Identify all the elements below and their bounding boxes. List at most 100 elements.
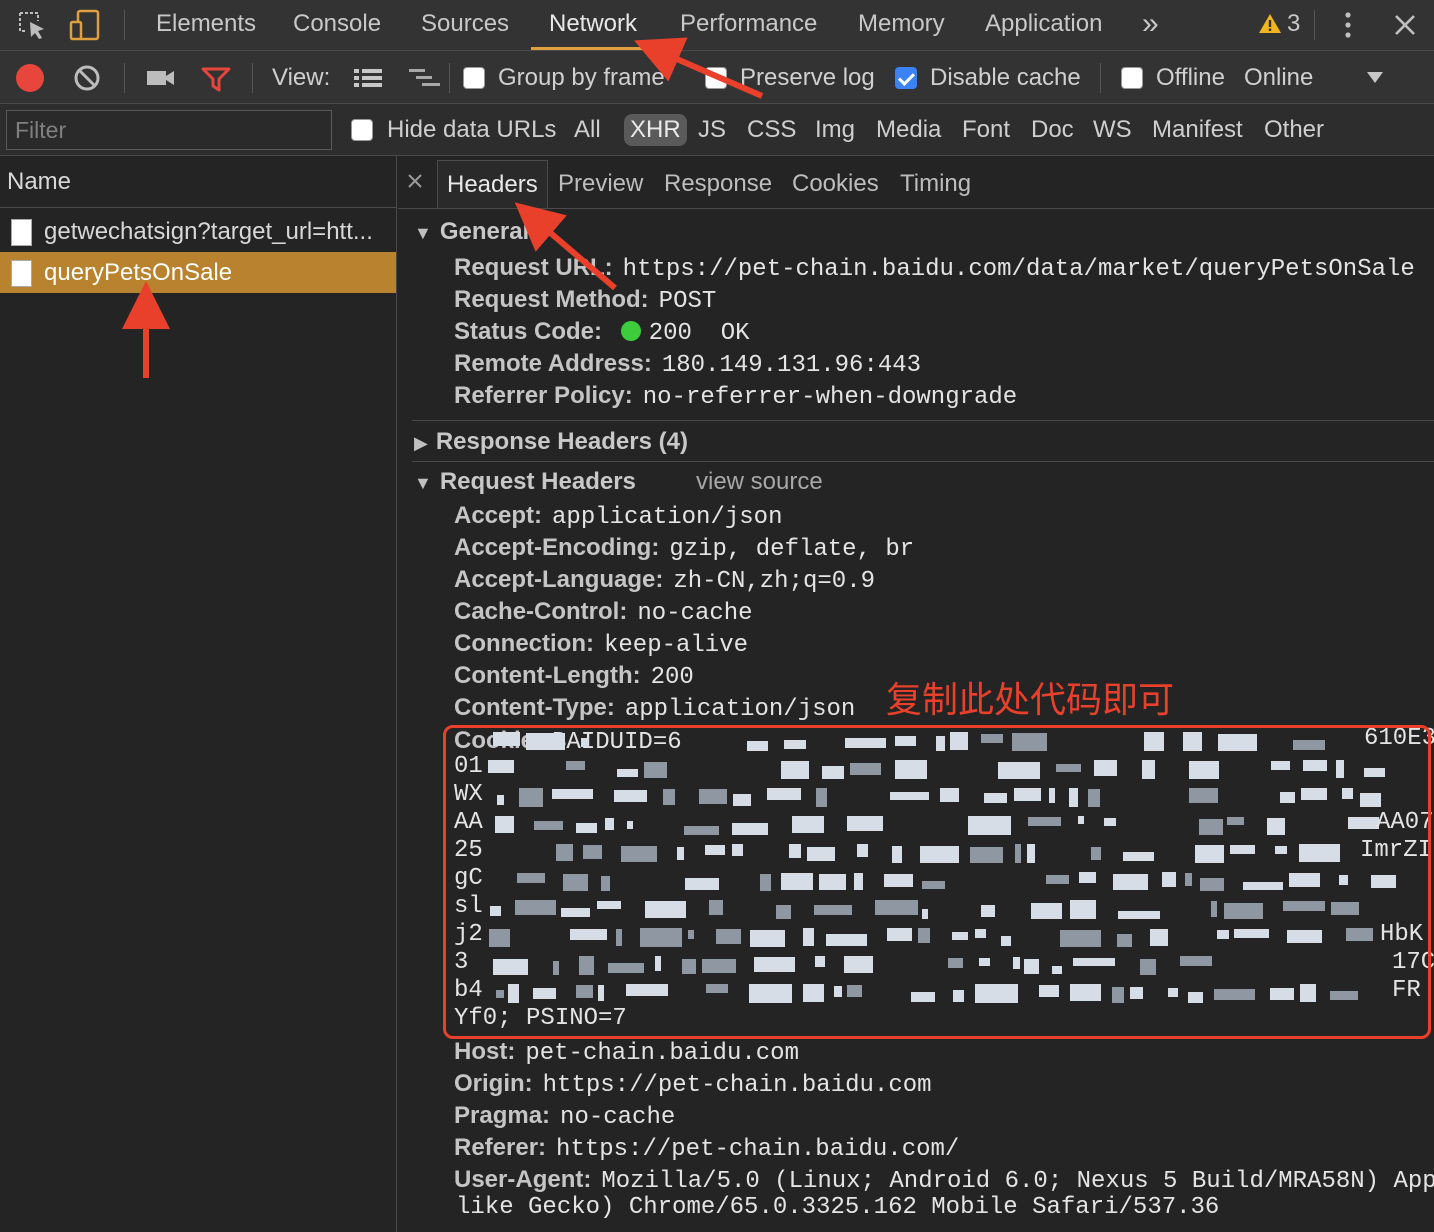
close-icon[interactable] [1393,13,1417,37]
file-icon [11,219,32,246]
header-row-content-length: Content-Length: 200 [454,660,694,694]
request-headers-title: Request Headers [439,468,636,495]
header-row-user-agent: User-Agent: Mozilla/5.0 (Linux; Android 6… [454,1164,1434,1198]
close-detail-icon[interactable] [406,172,424,190]
network-toolbar: View: Group by frame Preserve log Disabl… [0,51,1434,104]
header-value: gzip, deflate, br [669,536,915,563]
filter-type-doc[interactable]: Doc [1031,114,1074,146]
filter-type-xhr[interactable]: XHR [624,114,687,146]
disable-cache-label[interactable]: Disable cache [930,64,1081,92]
filter-type-img[interactable]: Img [815,114,855,146]
filter-type-js[interactable]: JS [698,114,726,146]
inspect-element-icon[interactable] [16,9,48,41]
device-toolbar-icon[interactable] [68,8,102,42]
filter-icon[interactable] [201,66,231,92]
header-value: application/json [552,504,783,531]
filter-input[interactable] [6,110,332,150]
name-column-header[interactable]: Name [0,156,396,208]
header-value: POST [658,288,717,315]
filter-type-font[interactable]: Font [962,114,1010,146]
tab-headers[interactable]: Headers [437,160,548,208]
tab-sources[interactable]: Sources [421,0,509,50]
header-key: Host: [454,1038,516,1065]
tab-response[interactable]: Response [664,160,772,208]
clear-icon[interactable] [73,64,101,92]
tab-preview[interactable]: Preview [558,160,643,208]
header-key: Status Code: [454,318,603,345]
kebab-menu-icon[interactable] [1340,10,1356,40]
header-key: Request Method: [454,286,649,313]
tab-console[interactable]: Console [293,0,381,50]
warning-count[interactable]: 3 [1287,0,1300,50]
header-row-remote-address: Remote Address: 180.149.131.96:443 [454,348,921,382]
request-row-querypetsonsale[interactable]: queryPetsOnSale [0,252,396,293]
annotation-text: 复制此处代码即可 [886,680,1175,721]
header-value: 200 [650,664,694,691]
header-key: Remote Address: [454,350,652,377]
response-headers-title: Response Headers (4) [435,428,688,455]
tab-timing[interactable]: Timing [900,160,971,208]
header-row-pragma: Pragma: no-cache [454,1100,675,1134]
more-tabs-button[interactable]: » [1142,0,1159,50]
response-headers-toggle[interactable]: ▶ Response Headers (4) [414,428,688,456]
header-value: https://pet-chain.baidu.com/ [556,1136,960,1163]
tab-elements[interactable]: Elements [156,0,256,50]
view-source-link[interactable]: view source [696,468,823,496]
offline-checkbox[interactable] [1121,67,1143,89]
section-divider [412,461,1434,462]
header-row-request-method: Request Method: POST [454,284,716,318]
triangle-right-icon: ▶ [414,433,428,453]
filter-type-ws[interactable]: WS [1093,114,1132,146]
header-value: Mozilla/5.0 (Linux; Android 6.0; Nexus 5… [601,1168,1434,1195]
header-row-host: Host: pet-chain.baidu.com [454,1036,799,1070]
requests-list: Name getwechatsign?target_url=htt... que… [0,156,397,1232]
hide-data-urls-checkbox[interactable] [351,119,373,141]
header-row-accept-language: Accept-Language: zh-CN,zh;q=0.9 [454,564,875,598]
disable-cache-checkbox[interactable] [895,67,917,89]
general-section-toggle[interactable]: ▼ General [414,218,529,246]
warning-icon[interactable] [1258,12,1282,36]
header-key: Accept-Language: [454,566,664,593]
offline-label[interactable]: Offline [1156,64,1225,92]
throttling-select[interactable]: Online [1244,64,1313,92]
header-key: Connection: [454,630,594,657]
header-row-origin: Origin: https://pet-chain.baidu.com [454,1068,932,1102]
hide-data-urls-label[interactable]: Hide data URLs [387,114,556,146]
filter-type-css[interactable]: CSS [747,114,796,146]
header-row-referrer-policy: Referrer Policy: no-referrer-when-downgra… [454,380,1017,414]
tab-application[interactable]: Application [985,0,1102,50]
header-value: pet-chain.baidu.com [525,1040,799,1067]
user-agent-continuation: like Gecko) Chrome/65.0.3325.162 Mobile … [456,1194,1220,1221]
preserve-log-label[interactable]: Preserve log [740,64,875,92]
preserve-log-checkbox[interactable] [705,67,727,89]
header-value: no-referrer-when-downgrade [642,384,1018,411]
header-row-content-type: Content-Type: application/json [454,692,855,726]
header-key: Referer: [454,1134,547,1161]
tab-performance[interactable]: Performance [680,0,817,50]
request-headers-toggle[interactable]: ▼ Request Headers [414,468,636,496]
filter-type-manifest[interactable]: Manifest [1152,114,1243,146]
header-key: Referrer Policy: [454,382,633,409]
tab-memory[interactable]: Memory [858,0,945,50]
header-row-connection: Connection: keep-alive [454,628,748,662]
waterfall-overview-icon[interactable] [408,66,442,90]
chevron-down-icon[interactable] [1366,70,1384,84]
header-row-cache-control: Cache-Control: no-cache [454,596,753,630]
active-tab-indicator [531,47,659,50]
large-rows-icon[interactable] [352,66,384,90]
request-row-getwechatsign[interactable]: getwechatsign?target_url=htt... [0,211,396,252]
status-dot-icon [620,321,641,341]
filter-type-other[interactable]: Other [1264,114,1324,146]
tab-cookies[interactable]: Cookies [792,160,879,208]
header-value: no-cache [637,600,753,627]
capture-screenshots-icon[interactable] [146,66,176,90]
tab-network[interactable]: Network [549,0,637,50]
header-key: Request URL: [454,254,613,281]
group-by-frame-label[interactable]: Group by frame [498,64,665,92]
filter-type-media[interactable]: Media [876,114,941,146]
header-key: Origin: [454,1070,533,1097]
group-by-frame-checkbox[interactable] [463,67,485,89]
devtools-tabbar: Elements Console Sources Network Perform… [0,0,1434,51]
record-icon[interactable] [16,64,44,92]
filter-type-all[interactable]: All [574,114,601,146]
